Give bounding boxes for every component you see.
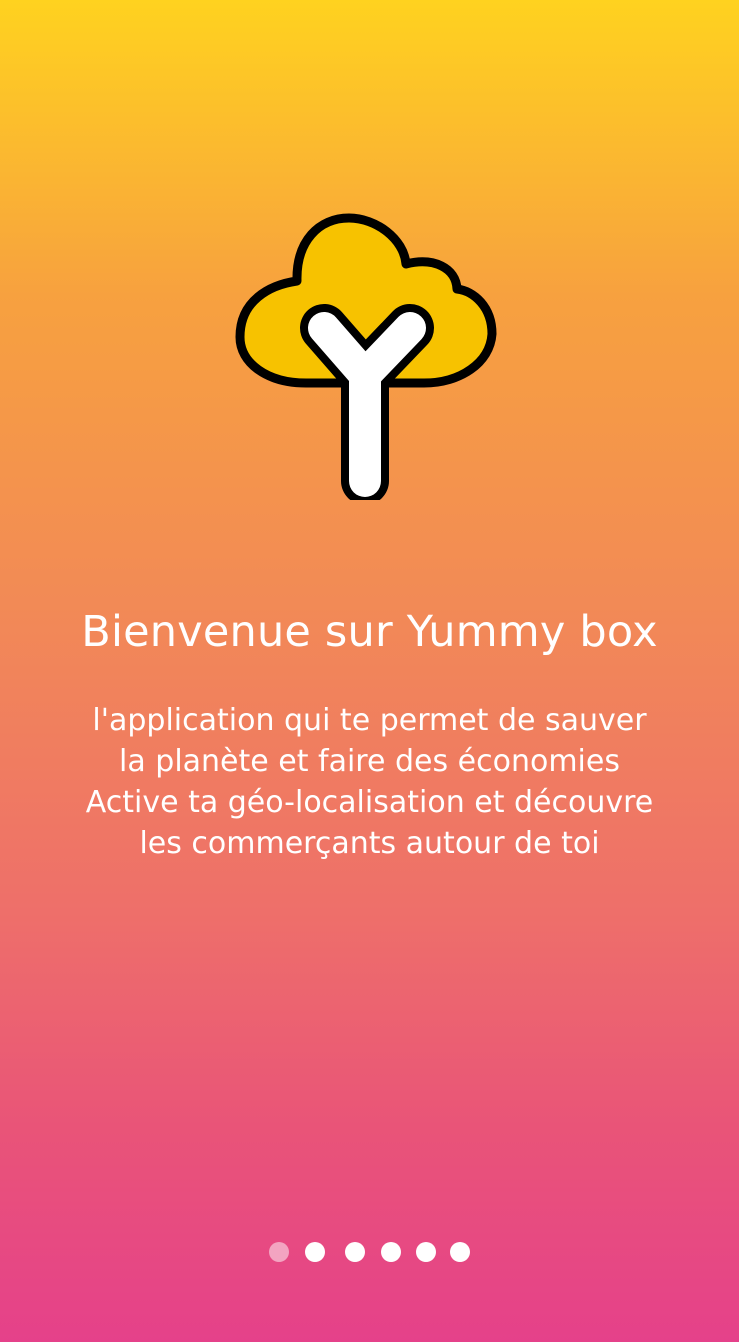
page-dot-5[interactable]	[416, 1242, 436, 1262]
description-line: les commerçants autour de toi	[139, 826, 600, 861]
yummy-box-logo-icon	[234, 213, 500, 500]
page-dot-2[interactable]	[305, 1242, 325, 1262]
page-dot-3[interactable]	[345, 1242, 365, 1262]
description-line: la planète et faire des économies	[119, 744, 620, 779]
page-dot-1-active[interactable]	[269, 1242, 289, 1262]
description-line: l'application qui te permet de sauver	[92, 703, 647, 738]
welcome-title: Bienvenue sur Yummy box	[81, 607, 658, 657]
welcome-description: l'application qui te permet de sauver la…	[0, 700, 739, 864]
page-indicator	[0, 1242, 739, 1264]
description-line: Active ta géo-localisation et découvre	[85, 785, 654, 820]
onboarding-screen: Bienvenue sur Yummy box l'application qu…	[0, 0, 739, 1342]
page-dot-6[interactable]	[450, 1242, 470, 1262]
page-dot-4[interactable]	[381, 1242, 401, 1262]
